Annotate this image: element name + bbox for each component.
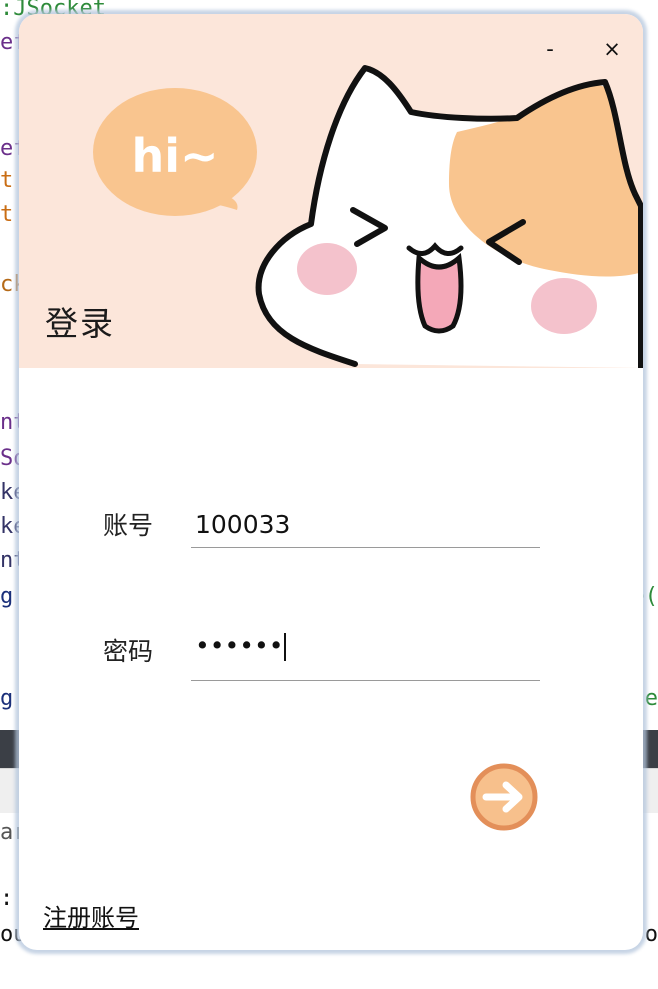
account-input[interactable] xyxy=(191,501,540,548)
background-code-fragment: g xyxy=(0,584,14,609)
cat-mouth xyxy=(415,252,464,334)
register-account-link[interactable]: 注册账号 xyxy=(43,898,139,933)
background-code-fragment: e xyxy=(644,686,658,711)
background-code-fragment: t xyxy=(0,202,14,227)
login-submit-button[interactable] xyxy=(469,762,539,832)
background-code-fragment: o xyxy=(644,922,658,947)
text-caret xyxy=(284,633,287,661)
speech-bubble: hi~ xyxy=(93,88,257,216)
login-dialog: hi~ - × 登录 账号 密码 ••••• xyxy=(19,14,643,950)
background-code-fragment: g xyxy=(0,686,14,711)
password-mask: •••••• xyxy=(195,631,287,661)
login-banner: hi~ - × 登录 xyxy=(19,14,643,368)
account-label: 账号 xyxy=(103,511,154,540)
password-label: 密码 xyxy=(103,637,154,666)
background-code-fragment: : xyxy=(0,886,14,911)
close-button[interactable]: × xyxy=(595,34,629,64)
page-title: 登录 xyxy=(45,304,115,343)
cat-head xyxy=(255,65,643,368)
arrow-right-icon xyxy=(470,763,538,831)
minimize-button[interactable]: - xyxy=(533,34,567,64)
password-mask-dots: •••••• xyxy=(195,631,284,660)
speech-bubble-text: hi~ xyxy=(131,129,218,183)
cat-right-cheek xyxy=(531,278,597,334)
background-code-fragment: t xyxy=(0,168,14,193)
cat-left-cheek xyxy=(297,243,357,295)
